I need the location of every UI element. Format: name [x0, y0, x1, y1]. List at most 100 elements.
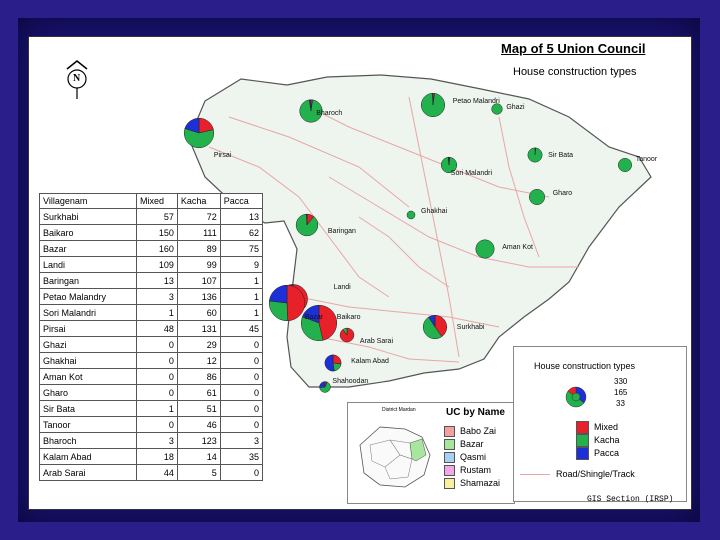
cell-village: Bharoch	[39, 432, 137, 449]
cell-kacha: 60	[176, 304, 221, 321]
cell-mixed: 0	[136, 368, 178, 385]
pie-bazar	[268, 284, 306, 322]
cell-mixed: 0	[136, 352, 178, 369]
cell-mixed: 3	[136, 432, 178, 449]
cell-kacha: 89	[176, 240, 221, 257]
pacca-swatch	[576, 447, 589, 461]
place-label: Aman Kot	[502, 244, 533, 251]
cell-pacca: 62	[219, 224, 264, 241]
pie-slice-kacha	[475, 239, 495, 259]
table-row: Kalam Abad 18 14 35	[39, 448, 264, 465]
cell-kacha: 5	[176, 464, 221, 481]
table-row: Gharo 0 61 0	[39, 384, 264, 401]
cell-mixed: 1	[136, 304, 178, 321]
uc-swatch	[444, 439, 455, 451]
cell-mixed: 44	[136, 464, 178, 481]
cell-mixed: 13	[136, 272, 178, 289]
cell-pacca: 45	[219, 320, 264, 337]
pie-slice-kacha	[406, 210, 416, 220]
place-label: Surkhabi	[456, 324, 485, 331]
place-label: Shahoodan	[332, 378, 369, 385]
place-label: Pirsai	[213, 152, 232, 159]
table-row: Arab Sarai 44 5 0	[39, 464, 264, 481]
cell-pacca: 75	[219, 240, 264, 257]
cell-mixed: 0	[136, 384, 178, 401]
cell-kacha: 12	[176, 352, 221, 369]
uc-swatch	[444, 465, 455, 477]
place-label: Kalam Abad	[351, 358, 389, 365]
table-row: Surkhabi 57 72 13	[39, 208, 264, 225]
place-label: Bazar	[304, 314, 324, 321]
place-label: Sori Malandri	[450, 170, 493, 177]
table-header-kacha: Kacha	[176, 193, 221, 209]
legend-road: Road/Shingle/Track	[520, 469, 635, 479]
cell-village: Tanoor	[39, 416, 137, 433]
place-label: Bharoch	[316, 110, 343, 117]
table-row: Aman Kot 0 86 0	[39, 368, 264, 385]
cell-village: Kalam Abad	[39, 448, 137, 465]
cell-mixed: 3	[136, 288, 178, 305]
cell-village: Bazar	[39, 240, 137, 257]
kacha-swatch	[576, 434, 589, 448]
cell-pacca: 9	[219, 256, 264, 273]
cell-mixed: 0	[136, 336, 178, 353]
place-label: Arab Sarai	[359, 338, 393, 345]
place-label: Gharo	[552, 190, 573, 197]
cell-pacca: 1	[219, 272, 264, 289]
place-label: Baikaro	[336, 314, 361, 321]
cell-pacca: 0	[219, 464, 264, 481]
village-table: Villagenam Mixed Kacha Pacca Surkhabi 57 7…	[39, 193, 264, 481]
cell-pacca: 1	[219, 288, 264, 305]
north-arrow: N	[65, 59, 89, 104]
legend-size-330: 330	[614, 377, 628, 386]
cell-kacha: 107	[176, 272, 221, 289]
cell-kacha: 86	[176, 368, 221, 385]
pie-ghakhai	[406, 210, 416, 220]
inset-label: District Mardan	[382, 407, 416, 413]
table-row: Bharoch 3 123 3	[39, 432, 264, 449]
legend-size-33: 33	[616, 399, 625, 408]
uc-item: Qasmi	[444, 451, 500, 464]
credit-text: GIS Section (IRSP)	[587, 495, 674, 504]
cell-village: Sori Malandri	[39, 304, 137, 321]
table-row: Ghakhai 0 12 0	[39, 352, 264, 369]
cell-kacha: 136	[176, 288, 221, 305]
cell-mixed: 1	[136, 400, 178, 417]
table-row: Pirsai 48 131 45	[39, 320, 264, 337]
pie-slice-kacha	[491, 103, 503, 115]
cell-village: Arab Sarai	[39, 464, 137, 481]
place-label: Landi	[333, 284, 351, 291]
uc-list: Babo Zai Bazar Qasmi Rustam Shamazai	[444, 425, 500, 490]
cell-kacha: 111	[176, 224, 221, 241]
pie-slice-pacca	[269, 284, 288, 304]
uc-swatch	[444, 478, 455, 490]
legend-size-symbol	[565, 386, 587, 408]
legend-item-kacha: Kacha	[576, 434, 620, 448]
uc-item: Rustam	[444, 464, 500, 477]
cell-pacca: 0	[219, 336, 264, 353]
uc-title: UC by Name	[446, 407, 505, 418]
cell-kacha: 72	[176, 208, 221, 225]
cell-mixed: 0	[136, 416, 178, 433]
table-header-mixed: Mixed	[136, 193, 178, 209]
table-row: Ghazi 0 29 0	[39, 336, 264, 353]
cell-kacha: 46	[176, 416, 221, 433]
legend-title: House construction types	[534, 361, 636, 371]
cell-mixed: 57	[136, 208, 178, 225]
pie-slice-kacha	[529, 189, 545, 205]
table-row: Petao Malandry 3 136 1	[39, 288, 264, 305]
uc-item: Babo Zai	[444, 425, 500, 438]
map-panel: Map of 5 Union Council House constructio…	[28, 36, 692, 510]
cell-village: Surkhabi	[39, 208, 137, 225]
pie-baringan	[295, 213, 319, 237]
cell-mixed: 150	[136, 224, 178, 241]
table-row: Sori Malandri 1 60 1	[39, 304, 264, 321]
table-row: Baikaro 150 111 62	[39, 224, 264, 241]
pie-petao-malandri	[421, 93, 445, 117]
cell-mixed: 48	[136, 320, 178, 337]
table-header-village: Villagenam	[39, 193, 137, 209]
uc-item: Bazar	[444, 438, 500, 451]
pie-shahoodan	[319, 381, 331, 393]
uc-item: Shamazai	[444, 477, 500, 490]
pie-slice-kacha	[527, 147, 543, 163]
